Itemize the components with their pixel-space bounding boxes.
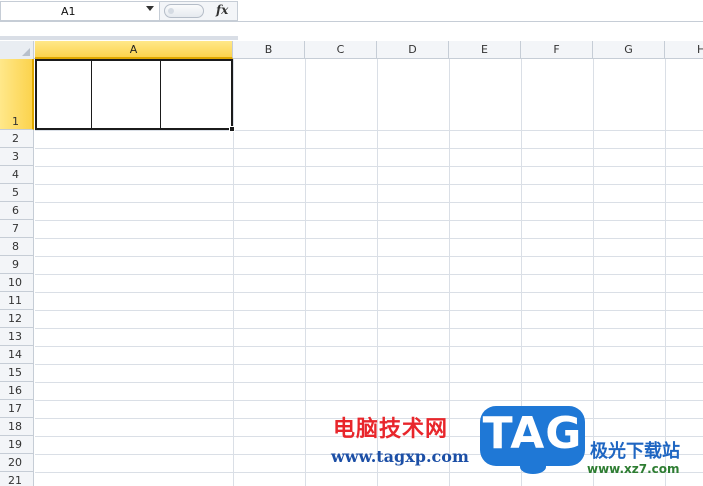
gridline (35, 148, 703, 149)
row-header-21[interactable]: 21 (0, 472, 34, 486)
row-header-20[interactable]: 20 (0, 454, 34, 472)
gridline (35, 184, 703, 185)
row-header-3[interactable]: 3 (0, 148, 34, 166)
tag-logo: TAG (480, 406, 585, 466)
formula-tools: fx (160, 1, 238, 21)
formula-bar: A1 fx (0, 0, 703, 22)
select-all-button[interactable] (0, 41, 34, 59)
gridline (665, 59, 666, 486)
gridline (35, 400, 703, 401)
insert-function-icon[interactable]: fx (216, 3, 228, 17)
row-header-2[interactable]: 2 (0, 130, 34, 148)
name-box-dropdown-icon[interactable] (146, 6, 154, 11)
column-header-bar: A B C D E F G H (0, 41, 703, 59)
gridline (35, 346, 703, 347)
gridline (449, 59, 450, 486)
name-box-value: A1 (61, 5, 76, 18)
row-header-15[interactable]: 15 (0, 364, 34, 382)
row-header-19[interactable]: 19 (0, 436, 34, 454)
watermark-site-url: www.xz7.com (587, 462, 680, 476)
formula-bar-resize-handle[interactable] (164, 4, 204, 18)
gridline (35, 274, 703, 275)
row-header-4[interactable]: 4 (0, 166, 34, 184)
row-header-5[interactable]: 5 (0, 184, 34, 202)
column-header-c[interactable]: C (305, 41, 377, 59)
watermark-site-name: 极光下载站 (590, 441, 680, 462)
column-header-d[interactable]: D (377, 41, 449, 59)
gridline (233, 59, 234, 486)
cell-inner-border (160, 61, 161, 128)
formula-bar-divider (0, 36, 238, 40)
column-header-e[interactable]: E (449, 41, 521, 59)
column-header-h[interactable]: H (665, 41, 703, 59)
row-header-bar: 1 2 3 4 5 6 7 8 9 10 11 12 13 14 15 16 1… (0, 59, 34, 486)
gridline (35, 382, 703, 383)
row-header-7[interactable]: 7 (0, 220, 34, 238)
row-header-1[interactable]: 1 (0, 59, 34, 130)
row-header-12[interactable]: 12 (0, 310, 34, 328)
gridline (35, 256, 703, 257)
name-box[interactable]: A1 (0, 1, 160, 21)
gridline (35, 166, 703, 167)
gridline (35, 310, 703, 311)
row-header-6[interactable]: 6 (0, 202, 34, 220)
column-header-b[interactable]: B (233, 41, 305, 59)
row-header-8[interactable]: 8 (0, 238, 34, 256)
gridline (35, 328, 703, 329)
column-header-a[interactable]: A (35, 41, 233, 59)
gridline (35, 364, 703, 365)
gridline (35, 220, 703, 221)
gridline (35, 238, 703, 239)
watermark-url: www.tagxp.com (331, 447, 469, 466)
row-header-14[interactable]: 14 (0, 346, 34, 364)
row-header-13[interactable]: 13 (0, 328, 34, 346)
column-header-f[interactable]: F (521, 41, 593, 59)
tag-logo-text: TAG (482, 408, 583, 459)
gridline (593, 59, 594, 486)
gridline (35, 130, 703, 131)
gridline (35, 202, 703, 203)
fill-handle[interactable] (229, 126, 235, 132)
gridline (35, 292, 703, 293)
row-header-18[interactable]: 18 (0, 418, 34, 436)
column-header-g[interactable]: G (593, 41, 665, 59)
gridline (305, 59, 306, 486)
row-header-16[interactable]: 16 (0, 382, 34, 400)
cell-inner-border (91, 61, 92, 128)
watermark-chinese-title: 电脑技术网 (333, 417, 449, 442)
formula-input[interactable] (238, 1, 703, 21)
row-header-10[interactable]: 10 (0, 274, 34, 292)
row-header-9[interactable]: 9 (0, 256, 34, 274)
row-header-11[interactable]: 11 (0, 292, 34, 310)
row-header-17[interactable]: 17 (0, 400, 34, 418)
selected-cell-a1[interactable] (35, 59, 233, 130)
